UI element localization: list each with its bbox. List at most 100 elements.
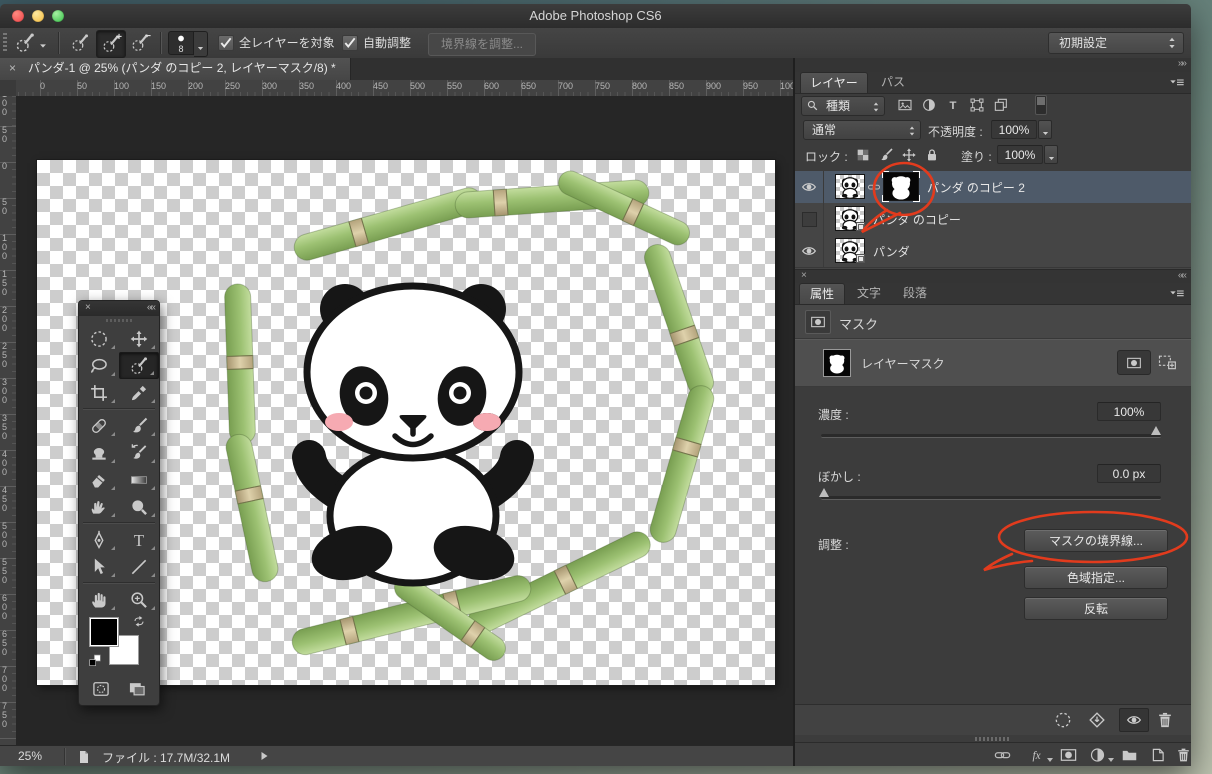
tab-paragraph[interactable]: 段落 (893, 283, 937, 304)
layer-filter-dropdown[interactable]: 種類 (801, 96, 885, 116)
lock-pixels-icon[interactable] (878, 147, 894, 163)
screen-mode-button[interactable] (125, 678, 149, 699)
layer-row[interactable]: パンダ のコピー (795, 203, 1191, 236)
swap-colors-icon[interactable] (131, 615, 147, 631)
eyedropper-tool[interactable] (119, 379, 159, 406)
quick-mask-mode-button[interactable] (89, 678, 113, 699)
lock-transparency-icon[interactable] (855, 147, 871, 163)
status-menu-arrow-icon[interactable] (258, 750, 270, 762)
dodge-tool[interactable] (119, 493, 159, 520)
layer-name[interactable]: パンダ (873, 243, 910, 260)
density-slider-thumb[interactable] (1151, 426, 1161, 435)
fill-dropdown[interactable] (1044, 145, 1058, 164)
add-to-selection-mode-button[interactable]: + (96, 30, 126, 58)
layer-thumbnail[interactable] (835, 238, 865, 263)
brush-size-preview[interactable]: 8 (168, 31, 194, 55)
path-selection-tool[interactable] (79, 553, 119, 580)
adjustment-layer-icon[interactable] (1088, 746, 1107, 764)
new-selection-mode-button[interactable] (66, 30, 94, 56)
spot-healing-brush-tool[interactable] (79, 412, 119, 439)
close-tab-icon[interactable]: × (9, 58, 16, 79)
line-tool[interactable] (119, 553, 159, 580)
smudge-tool[interactable] (79, 493, 119, 520)
layer-row[interactable]: パンダ のコピー 2 (795, 171, 1191, 204)
sample-all-layers-checkbox[interactable]: 全レイヤーを対象 (218, 34, 335, 51)
filter-smart-objects-icon[interactable] (993, 97, 1009, 113)
close-panel-icon[interactable]: × (85, 302, 91, 313)
subtract-from-selection-mode-button[interactable]: − (126, 30, 154, 56)
lock-all-icon[interactable] (924, 147, 940, 163)
new-group-icon[interactable] (1120, 746, 1139, 764)
pen-tool[interactable] (79, 526, 119, 553)
document-tab[interactable]: × パンダ-1 @ 25% (パンダ のコピー 2, レイヤーマスク/8) * (0, 58, 351, 80)
default-colors-icon[interactable] (87, 653, 103, 669)
elliptical-marquee-tool[interactable] (79, 325, 119, 352)
hand-tool[interactable] (79, 586, 119, 613)
layer-name[interactable]: パンダ のコピー (873, 211, 961, 228)
foreground-color-swatch[interactable] (89, 617, 119, 647)
opacity-value[interactable]: 100% (991, 120, 1037, 139)
auto-enhance-checkbox[interactable]: 自動調整 (342, 34, 411, 51)
layer-filter-toggle[interactable] (1035, 95, 1047, 115)
refine-edge-button-disabled[interactable]: 境界線を調整... (428, 33, 536, 56)
history-brush-tool[interactable] (119, 439, 159, 466)
delete-mask-icon[interactable] (1155, 710, 1175, 730)
options-bar-grip[interactable] (3, 33, 7, 53)
canvas-pasteboard[interactable]: × «« T (16, 96, 793, 745)
layer-row[interactable]: パンダ (795, 235, 1191, 268)
move-tool[interactable] (119, 325, 159, 352)
filter-pixel-layers-icon[interactable] (897, 97, 913, 113)
layer-visibility-toggle[interactable] (795, 203, 824, 235)
feather-value[interactable]: 0.0 px (1097, 464, 1161, 483)
invert-button[interactable]: 反転 (1024, 597, 1168, 620)
layer-name[interactable]: パンダ のコピー 2 (927, 179, 1025, 196)
current-tool-button[interactable] (14, 31, 48, 55)
density-slider[interactable] (821, 434, 1161, 438)
lasso-tool[interactable] (79, 352, 119, 379)
feather-slider[interactable] (821, 496, 1161, 500)
blend-mode-dropdown[interactable]: 通常 (803, 120, 921, 140)
fill-value[interactable]: 100% (997, 145, 1043, 164)
layer-mask-thumbnail[interactable] (883, 172, 919, 201)
layer-thumbnail[interactable] (835, 206, 865, 231)
tab-properties[interactable]: 属性 (799, 283, 845, 304)
new-layer-icon[interactable] (1148, 746, 1167, 764)
tools-palette-header[interactable]: × «« (79, 301, 159, 316)
layer-visibility-toggle[interactable] (795, 171, 824, 203)
quick-selection-tool[interactable] (119, 352, 159, 379)
lock-position-icon[interactable] (901, 147, 917, 163)
brush-tool[interactable] (119, 412, 159, 439)
clone-stamp-tool[interactable] (79, 439, 119, 466)
layer-thumbnail[interactable] (835, 174, 865, 199)
density-value[interactable]: 100% (1097, 402, 1161, 421)
zoom-level[interactable]: 25% (18, 749, 42, 763)
tab-character[interactable]: 文字 (847, 283, 891, 304)
panel-resize-grip[interactable] (975, 737, 1011, 741)
color-range-button[interactable]: 色域指定... (1024, 566, 1168, 589)
enable-mask-button[interactable] (1119, 708, 1149, 732)
add-layer-mask-icon[interactable] (1059, 746, 1078, 764)
panel-menu-icon[interactable] (1169, 75, 1185, 91)
zoom-tool[interactable] (119, 586, 159, 613)
mask-link-icon[interactable] (867, 180, 881, 194)
filter-type-layers-icon[interactable]: T (945, 97, 961, 113)
eraser-tool[interactable] (79, 466, 119, 493)
delete-layer-icon[interactable] (1174, 746, 1191, 764)
type-tool[interactable]: T (119, 526, 159, 553)
tab-paths[interactable]: パス (870, 72, 916, 93)
panel-menu-icon[interactable] (1169, 286, 1185, 302)
filter-adjustment-layers-icon[interactable] (921, 97, 937, 113)
collapse-panel-icon[interactable]: «« (1178, 270, 1185, 281)
expand-dock-icon[interactable]: »» (1178, 58, 1185, 69)
feather-slider-thumb[interactable] (819, 488, 829, 497)
collapse-panel-icon[interactable]: «« (147, 302, 154, 313)
palette-grip[interactable] (79, 316, 159, 325)
close-panel-icon[interactable]: × (801, 270, 807, 281)
layer-visibility-toggle[interactable] (795, 235, 824, 267)
add-vector-mask-icon[interactable] (1157, 352, 1177, 372)
brush-picker-dropdown[interactable] (194, 31, 208, 57)
link-layers-icon[interactable] (993, 746, 1012, 764)
opacity-dropdown[interactable] (1038, 120, 1052, 139)
workspace-selector[interactable]: 初期設定 (1048, 32, 1184, 54)
gradient-tool[interactable] (119, 466, 159, 493)
